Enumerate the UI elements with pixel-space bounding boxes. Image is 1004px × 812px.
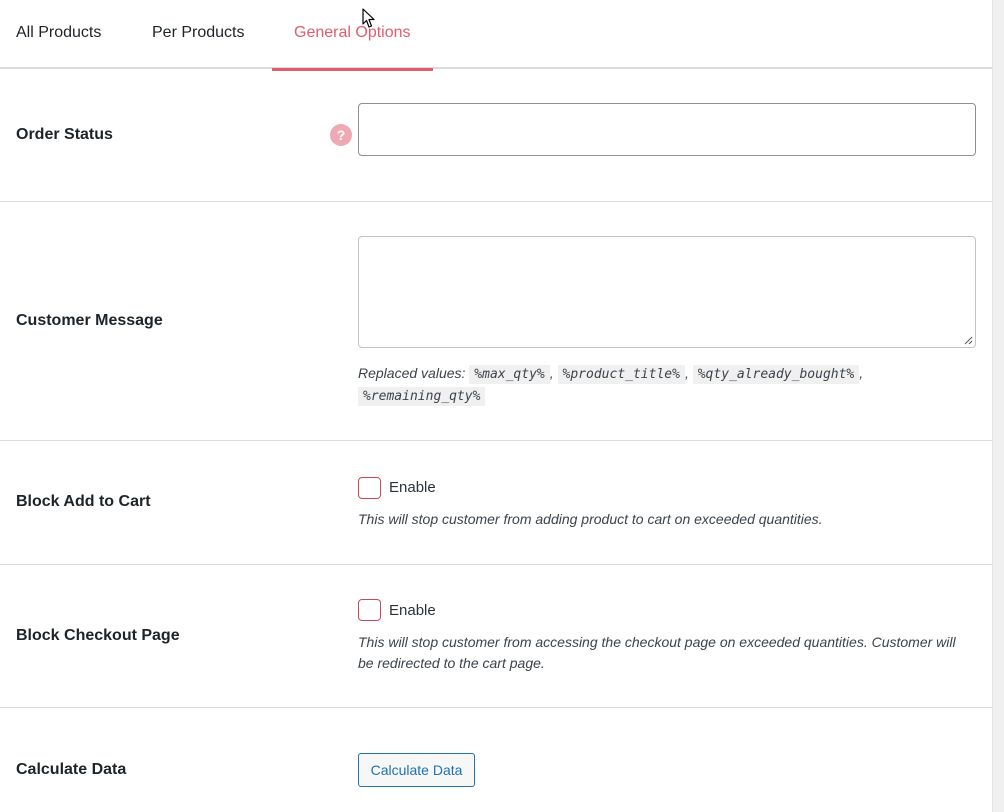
tab-bar: All Products Per Products General Option… — [0, 0, 992, 71]
block-add-to-cart-checkbox[interactable] — [358, 477, 381, 499]
block-add-to-cart-description: This will stop customer from adding prod… — [358, 511, 823, 527]
token-max-qty: %max_qty% — [469, 365, 550, 384]
order-status-input[interactable] — [358, 103, 976, 156]
order-status-label: Order Status — [16, 126, 113, 143]
tab-per-products[interactable]: Per Products — [152, 0, 244, 69]
block-checkout-checkbox[interactable] — [358, 599, 381, 621]
resize-grip-icon[interactable] — [963, 335, 973, 345]
tab-all-products[interactable]: All Products — [16, 0, 101, 69]
tab-general-options[interactable]: General Options — [272, 0, 432, 71]
question-mark-icon[interactable]: ? — [330, 124, 352, 146]
token-separator: , — [859, 365, 864, 381]
replaced-values-prefix: Replaced values: — [358, 365, 466, 381]
block-checkout-enable-label[interactable]: Enable — [389, 602, 436, 619]
token-separator: , — [684, 365, 689, 381]
customer-message-label: Customer Message — [16, 312, 163, 329]
block-add-to-cart-enable-label[interactable]: Enable — [389, 479, 436, 496]
customer-message-textarea[interactable] — [358, 236, 976, 348]
block-checkout-label: Block Checkout Page — [16, 627, 180, 644]
token-qty-already-bought: %qty_already_bought% — [692, 365, 860, 384]
token-product-title: %product_title% — [557, 365, 685, 384]
calculate-data-button[interactable]: Calculate Data — [358, 753, 475, 787]
block-checkout-description: This will stop customer from accessing t… — [358, 632, 983, 674]
mouse-pointer-icon — [362, 8, 375, 28]
token-separator: , — [549, 365, 554, 381]
block-checkout-description-line1: This will stop customer from accessing t… — [358, 634, 956, 650]
replaced-values-description: Replaced values: %max_qty%, %product_tit… — [358, 363, 958, 407]
calculate-data-label: Calculate Data — [16, 761, 127, 778]
block-add-to-cart-label: Block Add to Cart — [16, 493, 151, 510]
token-remaining-qty: %remaining_qty% — [358, 387, 486, 406]
block-checkout-description-line2: be redirected to the cart page. — [358, 655, 545, 671]
scrollbar[interactable] — [992, 0, 1004, 812]
